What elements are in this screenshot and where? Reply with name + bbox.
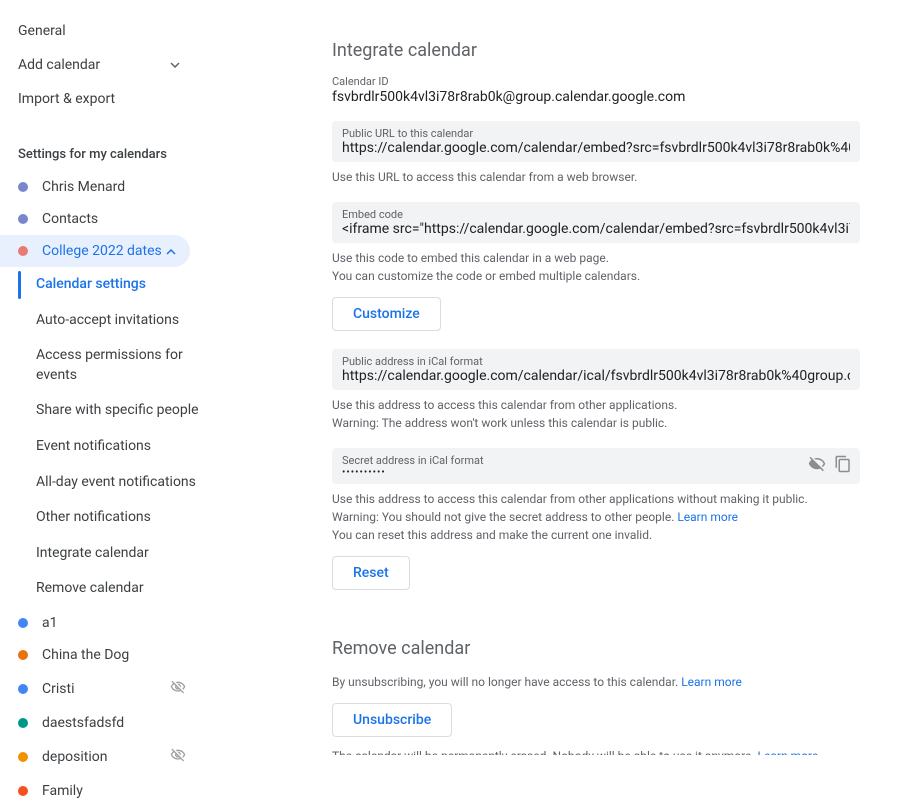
calendar-color-dot	[18, 618, 28, 628]
calendar-item-college-2022[interactable]: College 2022 dates	[0, 235, 190, 267]
secret-value: ••••••••••	[342, 467, 850, 478]
subnav-share-specific[interactable]: Share with specific people	[18, 393, 200, 429]
calendar-label: College 2022 dates	[42, 243, 162, 259]
calendar-color-dot	[18, 684, 28, 694]
learn-more-link[interactable]: Learn more	[758, 749, 819, 755]
calendar-color-dot	[18, 786, 28, 796]
calendar-label: deposition	[42, 749, 108, 765]
calendar-id-value: fsvbrdlr500k4vl3i78r8rab0k@group.calenda…	[332, 89, 860, 105]
visibility-off-icon[interactable]	[170, 747, 186, 767]
calendar-label: a1	[42, 615, 57, 631]
unsubscribe-helper: By unsubscribing, you will no longer hav…	[332, 673, 860, 691]
learn-more-link[interactable]: Learn more	[681, 675, 742, 689]
visibility-off-icon[interactable]	[170, 679, 186, 699]
copy-icon[interactable]	[834, 455, 852, 477]
unsubscribe-button[interactable]: Unsubscribe	[332, 703, 452, 737]
reset-button[interactable]: Reset	[332, 556, 410, 590]
integrate-title: Integrate calendar	[332, 40, 860, 61]
embed-label: Embed code	[342, 208, 850, 221]
learn-more-link[interactable]: Learn more	[677, 510, 738, 524]
subnav-allday-notifications[interactable]: All-day event notifications	[18, 465, 200, 501]
calendar-color-dot	[18, 214, 28, 224]
ical-label: Public address in iCal format	[342, 355, 850, 368]
main-content: Integrate calendar Calendar ID fsvbrdlr5…	[200, 0, 900, 755]
calendar-item-china[interactable]: China the Dog	[18, 639, 200, 671]
embed-code-box[interactable]: Embed code <iframe src="https://calendar…	[332, 202, 860, 243]
calendar-label: Contacts	[42, 211, 98, 227]
subnav-remove-calendar[interactable]: Remove calendar	[18, 571, 200, 607]
chevron-down-icon	[170, 60, 180, 70]
calendar-label: Cristi	[42, 681, 74, 697]
calendar-color-dot	[18, 752, 28, 762]
ical-value: https://calendar.google.com/calendar/ica…	[342, 368, 850, 384]
nav-add-calendar[interactable]: Add calendar	[18, 48, 200, 82]
subnav-integrate-calendar[interactable]: Integrate calendar	[18, 536, 200, 572]
embed-helper: Use this code to embed this calendar in …	[332, 249, 860, 285]
secret-helper: Use this address to access this calendar…	[332, 490, 860, 544]
calendar-color-dot	[18, 650, 28, 660]
calendar-item-family[interactable]: Family	[18, 775, 200, 807]
sidebar-section-header: Settings for my calendars	[18, 138, 200, 171]
calendar-item-a1[interactable]: a1	[18, 607, 200, 639]
settings-sidebar: General Add calendar Import & export Set…	[0, 0, 200, 755]
secret-label: Secret address in iCal format	[342, 454, 850, 467]
calendar-id-label: Calendar ID	[332, 75, 860, 88]
calendar-color-dot	[18, 246, 28, 256]
delete-helper: The calendar will be permanently erased.…	[332, 747, 860, 755]
calendar-item-cristi[interactable]: Cristi	[18, 671, 200, 707]
subnav-calendar-settings[interactable]: Calendar settings	[18, 267, 200, 303]
customize-button[interactable]: Customize	[332, 297, 441, 331]
nav-import-export[interactable]: Import & export	[18, 82, 200, 116]
ical-secret-box[interactable]: Secret address in iCal format ••••••••••	[332, 448, 860, 484]
public-url-label: Public URL to this calendar	[342, 127, 850, 140]
calendar-item-contacts[interactable]: Contacts	[18, 203, 200, 235]
remove-title: Remove calendar	[332, 638, 860, 659]
ical-helper: Use this address to access this calendar…	[332, 396, 860, 432]
calendar-color-dot	[18, 182, 28, 192]
calendar-label: China the Dog	[42, 647, 129, 663]
nav-label: General	[18, 23, 66, 39]
calendar-item-chris-menard[interactable]: Chris Menard	[18, 171, 200, 203]
embed-value: <iframe src="https://calendar.google.com…	[342, 221, 850, 237]
public-url-helper: Use this URL to access this calendar fro…	[332, 168, 860, 186]
visibility-off-icon[interactable]	[808, 455, 826, 477]
calendar-color-dot	[18, 718, 28, 728]
chevron-up-icon	[166, 243, 176, 259]
calendar-item-daests[interactable]: daestsfadsfd	[18, 707, 200, 739]
nav-label: Import & export	[18, 91, 115, 107]
subnav-access-permissions[interactable]: Access permissions for events	[18, 338, 200, 393]
subnav-event-notifications[interactable]: Event notifications	[18, 429, 200, 465]
public-url-box[interactable]: Public URL to this calendar https://cale…	[332, 121, 860, 162]
subnav-other-notifications[interactable]: Other notifications	[18, 500, 200, 536]
public-url-value: https://calendar.google.com/calendar/emb…	[342, 140, 850, 156]
calendar-label: daestsfadsfd	[42, 715, 124, 731]
nav-general[interactable]: General	[18, 14, 200, 48]
subnav-auto-accept[interactable]: Auto-accept invitations	[18, 303, 200, 339]
calendar-label: Family	[42, 783, 83, 799]
calendar-item-deposition[interactable]: deposition	[18, 739, 200, 775]
nav-label: Add calendar	[18, 57, 100, 73]
calendar-label: Chris Menard	[42, 179, 125, 195]
ical-public-box[interactable]: Public address in iCal format https://ca…	[332, 349, 860, 390]
